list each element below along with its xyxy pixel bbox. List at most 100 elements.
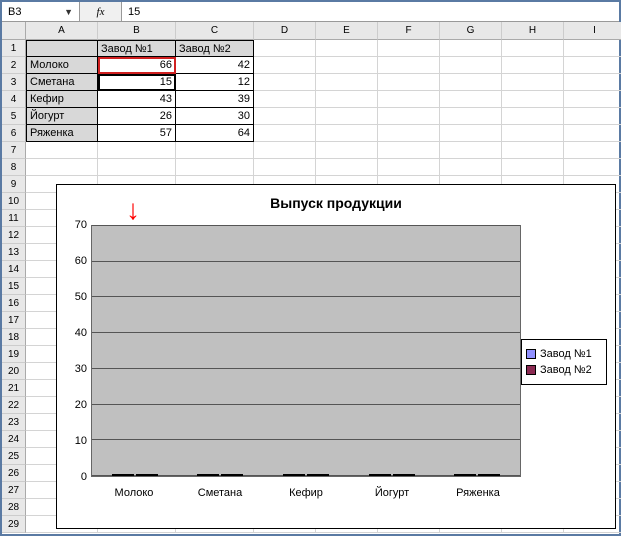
column-header-B[interactable]: B — [98, 22, 176, 40]
row-header-5[interactable]: 5 — [2, 108, 26, 125]
row-header-6[interactable]: 6 — [2, 125, 26, 142]
cell-D2[interactable] — [254, 57, 316, 74]
row-header-22[interactable]: 22 — [2, 397, 26, 414]
cell-E4[interactable] — [316, 91, 378, 108]
cell-E1[interactable] — [316, 40, 378, 57]
cell-C7[interactable] — [176, 142, 254, 159]
cell-D1[interactable] — [254, 40, 316, 57]
row-header-9[interactable]: 9 — [2, 176, 26, 193]
cell-G3[interactable] — [440, 74, 502, 91]
cell-E3[interactable] — [316, 74, 378, 91]
cell-F4[interactable] — [378, 91, 440, 108]
row-header-2[interactable]: 2 — [2, 57, 26, 74]
cell-B3[interactable]: 15 — [98, 74, 176, 91]
row-header-12[interactable]: 12 — [2, 227, 26, 244]
row-header-10[interactable]: 10 — [2, 193, 26, 210]
cell-C2[interactable]: 42 — [176, 57, 254, 74]
row-header-1[interactable]: 1 — [2, 40, 26, 57]
column-header-A[interactable]: A — [26, 22, 98, 40]
cell-F3[interactable] — [378, 74, 440, 91]
column-header-C[interactable]: C — [176, 22, 254, 40]
column-header-D[interactable]: D — [254, 22, 316, 40]
row-header-28[interactable]: 28 — [2, 499, 26, 516]
name-box[interactable]: B3 ▼ — [2, 2, 80, 21]
formula-input[interactable]: 15 — [122, 2, 619, 21]
cell-F1[interactable] — [378, 40, 440, 57]
fx-label[interactable]: fx — [80, 2, 122, 21]
dropdown-icon[interactable]: ▼ — [64, 7, 73, 17]
cell-C3[interactable]: 12 — [176, 74, 254, 91]
cell-A6[interactable]: Ряженка — [26, 125, 98, 142]
cell-E6[interactable] — [316, 125, 378, 142]
column-header-I[interactable]: I — [564, 22, 621, 40]
cell-G4[interactable] — [440, 91, 502, 108]
cell-H2[interactable] — [502, 57, 564, 74]
cell-C8[interactable] — [176, 159, 254, 176]
row-header-19[interactable]: 19 — [2, 346, 26, 363]
row-header-14[interactable]: 14 — [2, 261, 26, 278]
cell-C6[interactable]: 64 — [176, 125, 254, 142]
row-header-18[interactable]: 18 — [2, 329, 26, 346]
cell-B2[interactable]: 66 — [98, 57, 176, 74]
row-header-20[interactable]: 20 — [2, 363, 26, 380]
cell-G6[interactable] — [440, 125, 502, 142]
cell-F2[interactable] — [378, 57, 440, 74]
row-header-17[interactable]: 17 — [2, 312, 26, 329]
cell-G7[interactable] — [440, 142, 502, 159]
cell-B8[interactable] — [98, 159, 176, 176]
cell-H6[interactable] — [502, 125, 564, 142]
cell-G8[interactable] — [440, 159, 502, 176]
row-header-27[interactable]: 27 — [2, 482, 26, 499]
cell-G1[interactable] — [440, 40, 502, 57]
cell-H5[interactable] — [502, 108, 564, 125]
row-header-26[interactable]: 26 — [2, 465, 26, 482]
cell-E5[interactable] — [316, 108, 378, 125]
cell-F8[interactable] — [378, 159, 440, 176]
row-header-3[interactable]: 3 — [2, 74, 26, 91]
row-header-29[interactable]: 29 — [2, 516, 26, 533]
row-header-21[interactable]: 21 — [2, 380, 26, 397]
cell-I4[interactable] — [564, 91, 621, 108]
cell-H1[interactable] — [502, 40, 564, 57]
row-header-24[interactable]: 24 — [2, 431, 26, 448]
column-header-E[interactable]: E — [316, 22, 378, 40]
row-header-25[interactable]: 25 — [2, 448, 26, 465]
cell-F7[interactable] — [378, 142, 440, 159]
cell-C4[interactable]: 39 — [176, 91, 254, 108]
cell-A1[interactable] — [26, 40, 98, 57]
cell-C1[interactable]: Завод №2 — [176, 40, 254, 57]
row-header-23[interactable]: 23 — [2, 414, 26, 431]
cell-B5[interactable]: 26 — [98, 108, 176, 125]
cell-E8[interactable] — [316, 159, 378, 176]
cell-D4[interactable] — [254, 91, 316, 108]
cell-B7[interactable] — [98, 142, 176, 159]
row-header-8[interactable]: 8 — [2, 159, 26, 176]
cell-I2[interactable] — [564, 57, 621, 74]
column-header-F[interactable]: F — [378, 22, 440, 40]
cell-H8[interactable] — [502, 159, 564, 176]
chart-object[interactable]: Выпуск продукции 010203040506070 МолокоС… — [56, 184, 616, 529]
column-header-G[interactable]: G — [440, 22, 502, 40]
cell-D3[interactable] — [254, 74, 316, 91]
cell-D7[interactable] — [254, 142, 316, 159]
cell-F5[interactable] — [378, 108, 440, 125]
select-all-corner[interactable] — [2, 22, 26, 40]
cell-A4[interactable]: Кефир — [26, 91, 98, 108]
cell-I1[interactable] — [564, 40, 621, 57]
cell-B4[interactable]: 43 — [98, 91, 176, 108]
spreadsheet-grid[interactable]: 1234567891011121314151617181920212223242… — [2, 22, 619, 534]
cell-E7[interactable] — [316, 142, 378, 159]
cell-A5[interactable]: Йогурт — [26, 108, 98, 125]
cell-B1[interactable]: Завод №1 — [98, 40, 176, 57]
row-header-7[interactable]: 7 — [2, 142, 26, 159]
cell-D5[interactable] — [254, 108, 316, 125]
cell-E2[interactable] — [316, 57, 378, 74]
cell-A7[interactable] — [26, 142, 98, 159]
row-header-16[interactable]: 16 — [2, 295, 26, 312]
cell-I5[interactable] — [564, 108, 621, 125]
row-header-4[interactable]: 4 — [2, 91, 26, 108]
cell-A8[interactable] — [26, 159, 98, 176]
cell-A3[interactable]: Сметана — [26, 74, 98, 91]
column-header-H[interactable]: H — [502, 22, 564, 40]
cell-I7[interactable] — [564, 142, 621, 159]
